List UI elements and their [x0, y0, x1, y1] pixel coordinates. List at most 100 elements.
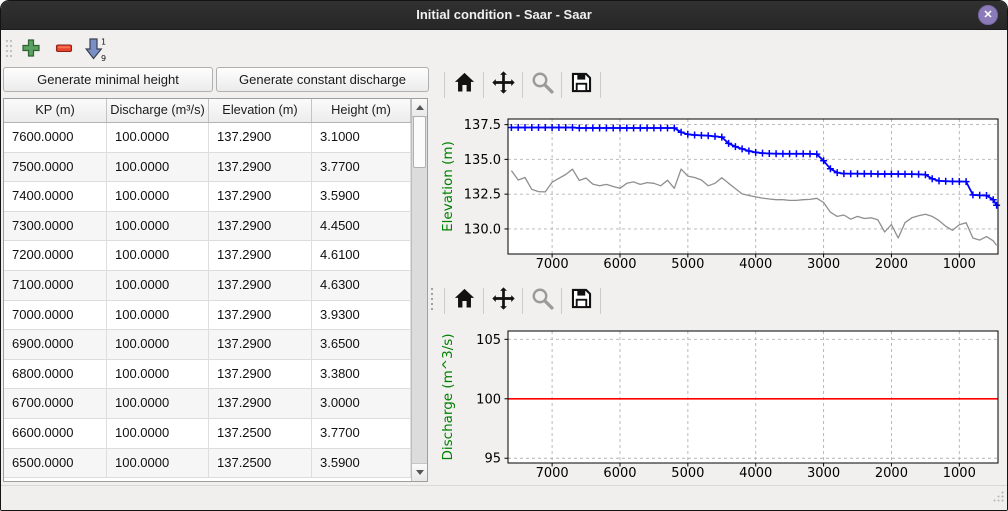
- elevation-plot-toolbar: [436, 67, 1008, 103]
- table-cell[interactable]: 137.2900: [209, 389, 312, 418]
- x-tick-label: 1000: [943, 257, 976, 272]
- home-button[interactable]: [449, 70, 479, 100]
- charts-pane: 7000600050004000300020001000137.5135.013…: [436, 63, 1008, 488]
- table-cell[interactable]: 3.5900: [312, 182, 411, 211]
- table-cell[interactable]: 7300.0000: [4, 212, 107, 241]
- pan-icon: [491, 70, 516, 100]
- table-cell[interactable]: 6700.0000: [4, 389, 107, 418]
- table-cell[interactable]: 4.6300: [312, 271, 411, 300]
- table-cell[interactable]: 100.0000: [107, 419, 209, 448]
- table-cell[interactable]: 3.0000: [312, 389, 411, 418]
- table-cell[interactable]: 3.1000: [312, 123, 411, 152]
- toolbar-separator: [561, 72, 562, 98]
- zoom-button[interactable]: [527, 286, 557, 316]
- toolbar-separator: [522, 72, 523, 98]
- scrollbar-up-button[interactable]: [412, 99, 427, 117]
- x-tick-label: 5000: [671, 466, 704, 481]
- sort-rows-1-9-icon: 1 9: [82, 36, 108, 62]
- table-cell[interactable]: 100.0000: [107, 330, 209, 359]
- x-tick-label: 2000: [875, 257, 908, 272]
- table-cell[interactable]: 137.2900: [209, 301, 312, 330]
- table-cell[interactable]: 3.9300: [312, 301, 411, 330]
- y-axis-label: Discharge (m^3/s): [440, 333, 456, 460]
- table-cell[interactable]: 3.7700: [312, 419, 411, 448]
- table-cell[interactable]: 100.0000: [107, 271, 209, 300]
- remove-row-button[interactable]: [51, 35, 77, 61]
- table-cell[interactable]: 3.5900: [312, 449, 411, 478]
- table-cell[interactable]: 100.0000: [107, 153, 209, 182]
- save-button[interactable]: [566, 70, 596, 100]
- table-cell[interactable]: 100.0000: [107, 241, 209, 270]
- generate-constant-discharge-button[interactable]: Generate constant discharge: [216, 67, 429, 92]
- table-cell[interactable]: 6600.0000: [4, 419, 107, 448]
- home-button[interactable]: [449, 286, 479, 316]
- table-cell[interactable]: 6900.0000: [4, 330, 107, 359]
- pan-icon: [491, 286, 516, 316]
- zoom-icon: [530, 70, 555, 100]
- table-cell[interactable]: 4.4500: [312, 212, 411, 241]
- table-cell[interactable]: 100.0000: [107, 389, 209, 418]
- discharge-chart-canvas[interactable]: 700060005000400030002000100010510095Disc…: [436, 321, 1008, 487]
- table-cell[interactable]: 137.2900: [209, 123, 312, 152]
- table-cell[interactable]: 137.2900: [209, 360, 312, 389]
- table-cell[interactable]: 3.7700: [312, 153, 411, 182]
- close-button[interactable]: ✕: [978, 5, 998, 25]
- column-header[interactable]: Height (m): [312, 99, 411, 122]
- app-window: Initial condition - Saar - Saar ✕: [0, 0, 1008, 511]
- table-cell[interactable]: 137.2500: [209, 449, 312, 478]
- table-cell[interactable]: 7400.0000: [4, 182, 107, 211]
- table-cell[interactable]: 100.0000: [107, 449, 209, 478]
- table-cell[interactable]: 3.6500: [312, 330, 411, 359]
- table-cell[interactable]: 7000.0000: [4, 301, 107, 330]
- column-header[interactable]: Elevation (m): [209, 99, 312, 122]
- table-cell[interactable]: 100.0000: [107, 212, 209, 241]
- toolbar-separator: [600, 72, 601, 98]
- table-cell[interactable]: 137.2900: [209, 182, 312, 211]
- app-toolbar: 1 9: [1, 29, 1007, 65]
- table-cell[interactable]: 7600.0000: [4, 123, 107, 152]
- table-cell[interactable]: 137.2900: [209, 271, 312, 300]
- scrollbar-down-button[interactable]: [412, 463, 427, 481]
- window-resize-grip[interactable]: [992, 490, 1005, 508]
- table-vertical-scrollbar[interactable]: [411, 99, 427, 481]
- table-cell[interactable]: 137.2900: [209, 330, 312, 359]
- toolbar-separator: [483, 72, 484, 98]
- column-header[interactable]: KP (m): [4, 99, 107, 122]
- save-button[interactable]: [566, 286, 596, 316]
- pan-button[interactable]: [488, 286, 518, 316]
- zoom-button[interactable]: [527, 70, 557, 100]
- elevation-chart-canvas[interactable]: 7000600050004000300020001000137.5135.013…: [436, 106, 1008, 281]
- pan-button[interactable]: [488, 70, 518, 100]
- table-row: 6600.0000100.0000137.25003.7700: [4, 419, 427, 449]
- table-cell[interactable]: 137.2500: [209, 419, 312, 448]
- pane-splitter[interactable]: [429, 67, 435, 482]
- x-tick-label: 2000: [875, 466, 908, 481]
- table-cell[interactable]: 137.2900: [209, 153, 312, 182]
- table-row: 7400.0000100.0000137.29003.5900: [4, 182, 427, 212]
- scrollbar-thumb[interactable]: [413, 116, 426, 168]
- table-cell[interactable]: 7200.0000: [4, 241, 107, 270]
- table-cell[interactable]: 100.0000: [107, 123, 209, 152]
- generate-minimal-height-button[interactable]: Generate minimal height: [3, 67, 213, 92]
- save-icon: [569, 286, 594, 316]
- home-icon: [452, 286, 477, 316]
- table-row: 7100.0000100.0000137.29004.6300: [4, 271, 427, 301]
- table-cell[interactable]: 100.0000: [107, 301, 209, 330]
- table-cell[interactable]: 4.6100: [312, 241, 411, 270]
- table-cell[interactable]: 3.3800: [312, 360, 411, 389]
- toolbar-separator: [522, 288, 523, 314]
- table-cell[interactable]: 100.0000: [107, 182, 209, 211]
- table-cell[interactable]: 6500.0000: [4, 449, 107, 478]
- sort-rows-button[interactable]: 1 9: [82, 35, 108, 61]
- table-cell[interactable]: 6800.0000: [4, 360, 107, 389]
- add-row-button[interactable]: [18, 35, 44, 61]
- table-cell[interactable]: 137.2900: [209, 241, 312, 270]
- table-cell[interactable]: 7500.0000: [4, 153, 107, 182]
- x-tick-label: 1000: [943, 466, 976, 481]
- column-header[interactable]: Discharge (m³/s): [107, 99, 209, 122]
- table-cell[interactable]: 100.0000: [107, 360, 209, 389]
- x-tick-label: 5000: [671, 257, 704, 272]
- table-cell[interactable]: 7100.0000: [4, 271, 107, 300]
- table-cell[interactable]: 137.2900: [209, 212, 312, 241]
- toolbar-drag-handle[interactable]: [4, 38, 14, 65]
